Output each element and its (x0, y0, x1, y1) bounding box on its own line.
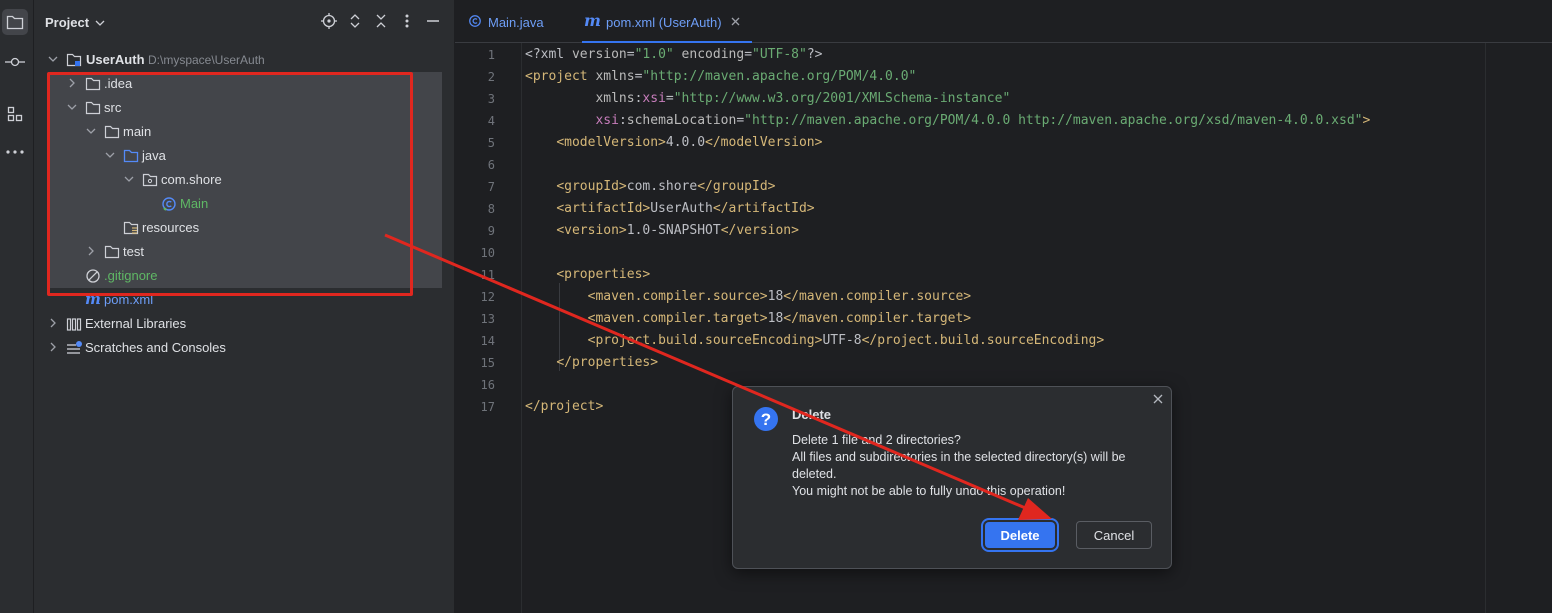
annotation-highlight-box (47, 72, 413, 296)
module-folder-icon (66, 53, 82, 67)
tab-pom-xml[interactable]: m pom.xml (UserAuth) (582, 0, 752, 43)
line-number: 6 (487, 158, 495, 172)
structure-tool-button[interactable] (2, 101, 28, 127)
scratches-icon (67, 341, 82, 354)
right-margin-guide (1485, 43, 1486, 613)
tree-item-label: External Libraries (85, 316, 187, 331)
chevron-right-icon[interactable] (47, 341, 59, 353)
close-icon[interactable] (1153, 394, 1163, 404)
line-number: 8 (487, 202, 495, 216)
chevron-down-icon[interactable] (95, 19, 105, 27)
dialog-message-line: All files and subdirectories in the sele… (792, 450, 1126, 464)
activity-bar (0, 0, 34, 613)
library-icon (66, 318, 82, 331)
line-number: 5 (487, 136, 495, 150)
tab-label: Main.java (488, 15, 544, 30)
line-number: 12 (480, 290, 495, 304)
folder-icon (6, 15, 24, 30)
maven-icon: m (584, 11, 601, 30)
line-number: 15 (480, 356, 495, 370)
dialog-question: Delete 1 file and 2 directories? (792, 433, 961, 447)
commit-icon (5, 57, 25, 67)
minimize-icon[interactable] (425, 13, 441, 29)
options-icon[interactable] (399, 13, 415, 29)
dialog-message-line: deleted. (792, 467, 837, 481)
cancel-button[interactable]: Cancel (1076, 521, 1152, 549)
editor-tab-bar: Main.java m pom.xml (UserAuth) (455, 0, 1552, 43)
java-class-icon (469, 15, 481, 27)
line-number: 2 (487, 70, 495, 84)
project-pane: Project UserAuth D:\myspace\UserAuth .id… (34, 0, 454, 613)
commit-tool-button[interactable] (2, 49, 28, 75)
locate-icon[interactable] (321, 13, 337, 29)
line-number: 7 (487, 180, 495, 194)
line-number: 17 (480, 400, 495, 414)
close-icon[interactable] (731, 17, 740, 26)
line-number: 16 (480, 378, 495, 392)
tree-item-label: Scratches and Consoles (85, 340, 226, 355)
tree-item-scratches[interactable]: Scratches and Consoles (34, 336, 454, 360)
line-number: 4 (487, 114, 495, 128)
dialog-warning: You might not be able to fully undo this… (792, 484, 1066, 498)
tree-item-external-libraries[interactable]: External Libraries (34, 312, 454, 336)
line-number: 1 (487, 48, 495, 62)
structure-icon (7, 106, 23, 122)
collapse-all-icon[interactable] (373, 13, 389, 29)
line-number: 3 (487, 92, 495, 106)
chevron-down-icon[interactable] (47, 53, 59, 65)
more-icon (6, 150, 24, 154)
more-tools-button[interactable] (2, 139, 28, 165)
chevron-right-icon[interactable] (47, 317, 59, 329)
delete-dialog: ? Delete Delete 1 file and 2 directories… (732, 386, 1172, 569)
tab-label: pom.xml (UserAuth) (606, 15, 722, 30)
question-icon: ? (754, 407, 778, 431)
project-root-path: D:\myspace\UserAuth (148, 53, 265, 67)
project-root-name: UserAuth (86, 52, 145, 67)
project-tool-button[interactable] (2, 9, 28, 35)
expand-all-icon[interactable] (347, 13, 363, 29)
dialog-title: Delete (792, 407, 832, 422)
tab-main-java[interactable]: Main.java (467, 0, 562, 42)
line-number: 11 (480, 268, 495, 282)
line-number: 10 (480, 246, 495, 260)
line-number: 14 (480, 334, 495, 348)
svg-text:?: ? (761, 410, 771, 429)
line-number: 13 (480, 312, 495, 326)
delete-button[interactable]: Delete (985, 522, 1055, 548)
line-number-gutter: 1 2 3 4 5 6 7 8 9 10 11 12 13 14 15 16 1… (455, 43, 522, 613)
line-number: 9 (487, 224, 495, 238)
tree-root-userauth[interactable]: UserAuth D:\myspace\UserAuth (34, 48, 454, 72)
project-title[interactable]: Project (45, 15, 89, 30)
project-header: Project (34, 0, 454, 44)
